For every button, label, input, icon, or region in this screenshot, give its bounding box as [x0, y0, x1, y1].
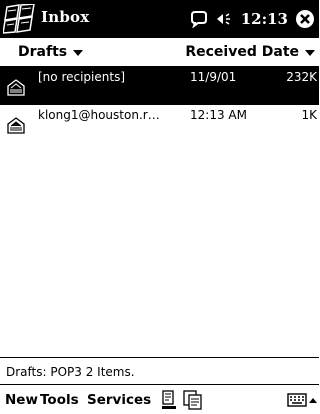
sort-dropdown[interactable]: Received Date: [185, 44, 315, 60]
message-size: 1K: [301, 108, 317, 122]
sip-up-arrow-icon[interactable]: [307, 385, 319, 414]
sip-area: [287, 385, 319, 414]
message-list: [no recipients] 11/9/01 232K klong1@hous…: [0, 67, 319, 357]
speaker-icon[interactable]: [215, 10, 233, 28]
send-receive-icon[interactable]: [160, 389, 178, 411]
title-bar: Inbox 12:13: [0, 0, 319, 38]
status-bar: Drafts: POP3 2 Items.: [0, 357, 319, 384]
connectivity-icon[interactable]: [190, 10, 208, 28]
message-size: 232K: [286, 70, 317, 84]
message-date: 12:13 AM: [190, 108, 247, 122]
chevron-down-icon: [305, 50, 315, 56]
draft-envelope-icon: [7, 117, 25, 134]
clock[interactable]: 12:13: [241, 10, 288, 28]
windows-flag-icon: [2, 3, 35, 34]
message-date: 11/9/01: [190, 70, 237, 84]
sort-label: Received Date: [185, 44, 299, 60]
close-icon[interactable]: [295, 9, 315, 29]
start-button[interactable]: [2, 3, 37, 34]
keyboard-icon[interactable]: [287, 392, 307, 408]
message-sender: [no recipients]: [38, 70, 126, 84]
folder-list-icon[interactable]: [182, 389, 204, 411]
draft-envelope-icon: [7, 79, 25, 96]
message-row[interactable]: klong1@houston.r… 12:13 AM 1K: [0, 105, 319, 143]
status-text: Drafts: POP3 2 Items.: [6, 365, 135, 379]
menu-services[interactable]: Services: [87, 392, 151, 408]
menu-new[interactable]: New: [5, 392, 38, 408]
system-tray: 12:13: [183, 5, 315, 33]
chevron-down-icon: [73, 50, 84, 56]
folder-label: Drafts: [18, 44, 68, 60]
list-header: Drafts Received Date: [0, 38, 319, 67]
folder-dropdown[interactable]: Drafts: [18, 44, 84, 60]
message-sender: klong1@houston.r…: [38, 108, 160, 122]
command-bar: New Tools Services: [0, 384, 319, 414]
message-row[interactable]: [no recipients] 11/9/01 232K: [0, 67, 319, 105]
menu-tools[interactable]: Tools: [40, 392, 79, 408]
app-title: Inbox: [41, 8, 90, 26]
